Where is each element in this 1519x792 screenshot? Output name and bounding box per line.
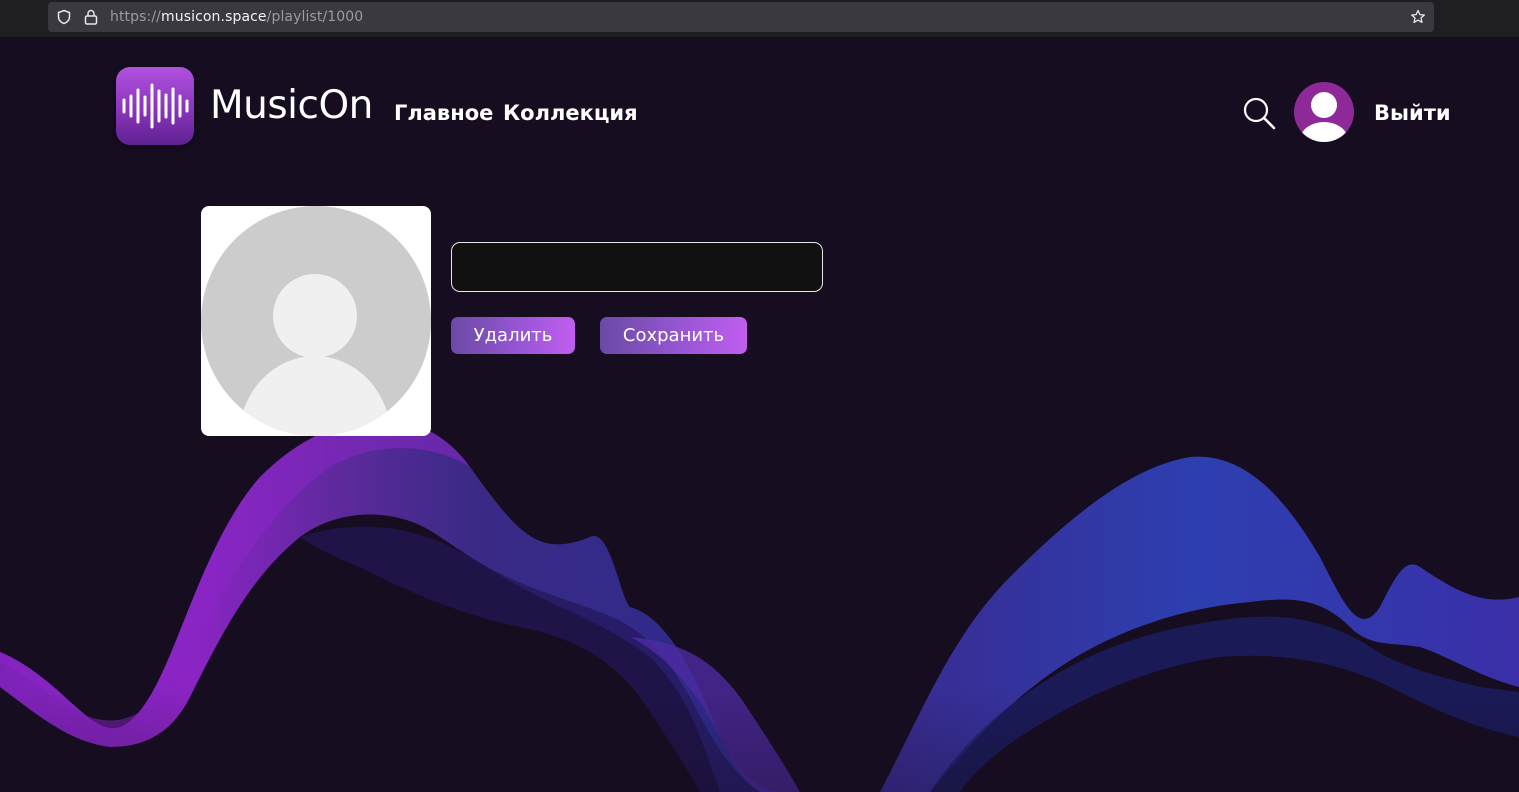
nav-collection-link[interactable]: Коллекция <box>503 101 638 125</box>
logo-text[interactable]: MusicOn <box>210 83 373 128</box>
shield-icon[interactable] <box>56 9 72 25</box>
lock-icon[interactable] <box>84 9 98 25</box>
browser-toolbar: https://musicon.space/playlist/1000 <box>0 0 1519 37</box>
star-icon[interactable] <box>1410 9 1426 25</box>
save-button[interactable]: Сохранить <box>600 317 747 354</box>
address-bar[interactable]: https://musicon.space/playlist/1000 <box>48 2 1434 32</box>
sound-wave-logo-icon <box>122 83 189 129</box>
url-text[interactable]: https://musicon.space/playlist/1000 <box>110 9 363 25</box>
playlist-cover[interactable] <box>201 206 431 436</box>
nav-home-link[interactable]: Главное <box>394 101 493 125</box>
logout-link[interactable]: Выйти <box>1374 101 1451 125</box>
delete-button[interactable]: Удалить <box>451 317 575 354</box>
page: MusicOn Главное Коллекция Выйти Удалить … <box>0 37 1519 792</box>
user-placeholder-icon <box>201 206 431 436</box>
user-avatar-icon <box>1300 92 1348 142</box>
playlist-name-input[interactable] <box>451 242 823 292</box>
search-icon[interactable] <box>1241 95 1277 131</box>
user-avatar[interactable] <box>1294 82 1354 142</box>
url-path: /playlist/1000 <box>266 9 364 25</box>
logo-icon[interactable] <box>116 67 194 145</box>
url-prefix: https:// <box>110 9 161 25</box>
url-host: musicon.space <box>160 9 267 25</box>
